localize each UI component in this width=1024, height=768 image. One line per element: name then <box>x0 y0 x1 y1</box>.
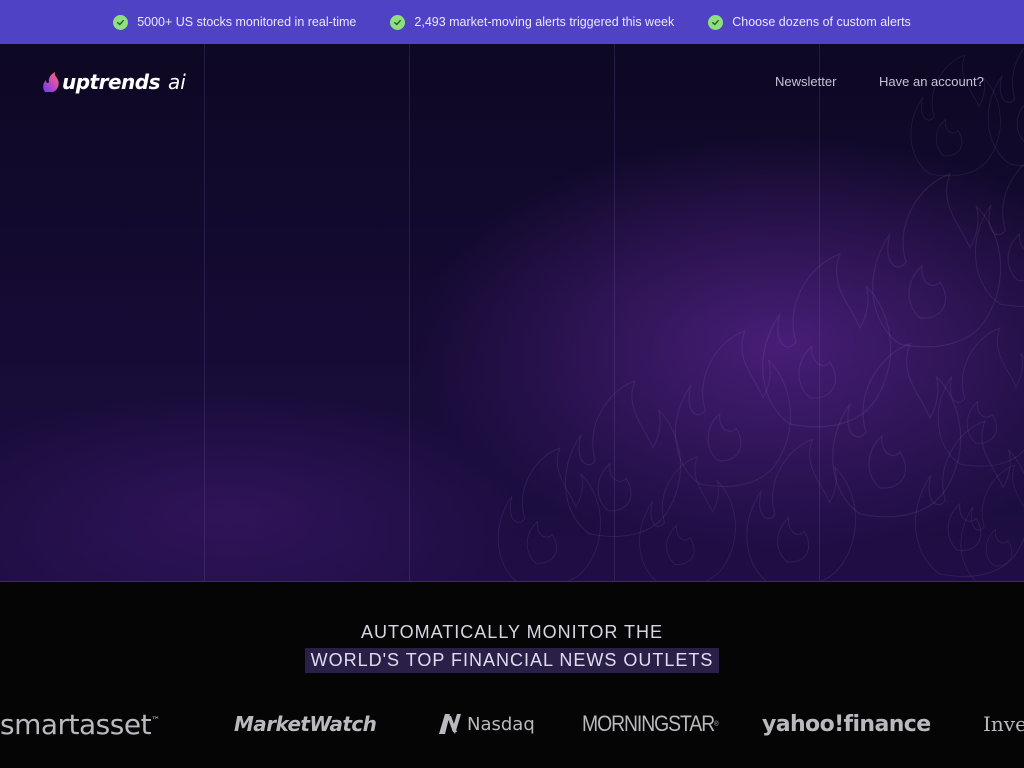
section-heading-line1: AUTOMATICALLY MONITOR THE <box>360 622 664 642</box>
hero-section: uptrends ai Newsletter Have an account? <box>0 44 1024 582</box>
section-heading-line2: WORLD'S TOP FINANCIAL NEWS OUTLETS <box>304 648 720 673</box>
check-circle-icon <box>708 14 724 30</box>
topbar-item-alerts-triggered: 2,493 market-moving alerts triggered thi… <box>390 14 675 30</box>
logo-suffix: ai <box>168 70 186 94</box>
topbar-item-label: Choose dozens of custom alerts <box>732 15 911 29</box>
newsletter-link[interactable]: Newsletter <box>775 74 836 89</box>
topbar-item-label: 5000+ US stocks monitored in real-time <box>137 15 357 29</box>
topbar-item-label: 2,493 market-moving alerts triggered thi… <box>414 15 675 29</box>
morningstar-logo: MORNINGSTAR ® <box>582 711 719 736</box>
marketwatch-logo: MarketWatch <box>234 712 377 736</box>
uptrends-logo[interactable]: uptrends ai <box>42 70 186 94</box>
yahoo-finance-logo: yahoo!finance <box>762 711 931 737</box>
check-circle-icon <box>390 14 406 30</box>
topbar-item-custom-alerts: Choose dozens of custom alerts <box>708 14 911 30</box>
check-circle-icon <box>113 14 129 30</box>
flame-pattern-background <box>497 44 1024 581</box>
smartasset-logo: smartasset ™ <box>0 707 160 741</box>
have-account-link[interactable]: Have an account? <box>879 74 984 89</box>
investing-logo: Inves <box>983 712 1024 736</box>
topbar-item-stocks-monitored: 5000+ US stocks monitored in real-time <box>113 14 357 30</box>
nasdaq-icon <box>439 714 461 734</box>
logo-wordmark: uptrends <box>62 70 161 94</box>
news-outlets-section: AUTOMATICALLY MONITOR THE WORLD'S TOP FI… <box>0 582 1024 768</box>
nasdaq-logo: Nasdaq <box>437 704 535 744</box>
top-navigation: uptrends ai Newsletter Have an account? <box>0 44 1024 120</box>
flame-logo-icon <box>43 72 59 92</box>
announcement-bar: 5000+ US stocks monitored in real-time 2… <box>0 0 1024 44</box>
outlet-logo-strip: smartasset ™ MarketWatch Nasdaq MORNINGST… <box>0 704 1024 744</box>
